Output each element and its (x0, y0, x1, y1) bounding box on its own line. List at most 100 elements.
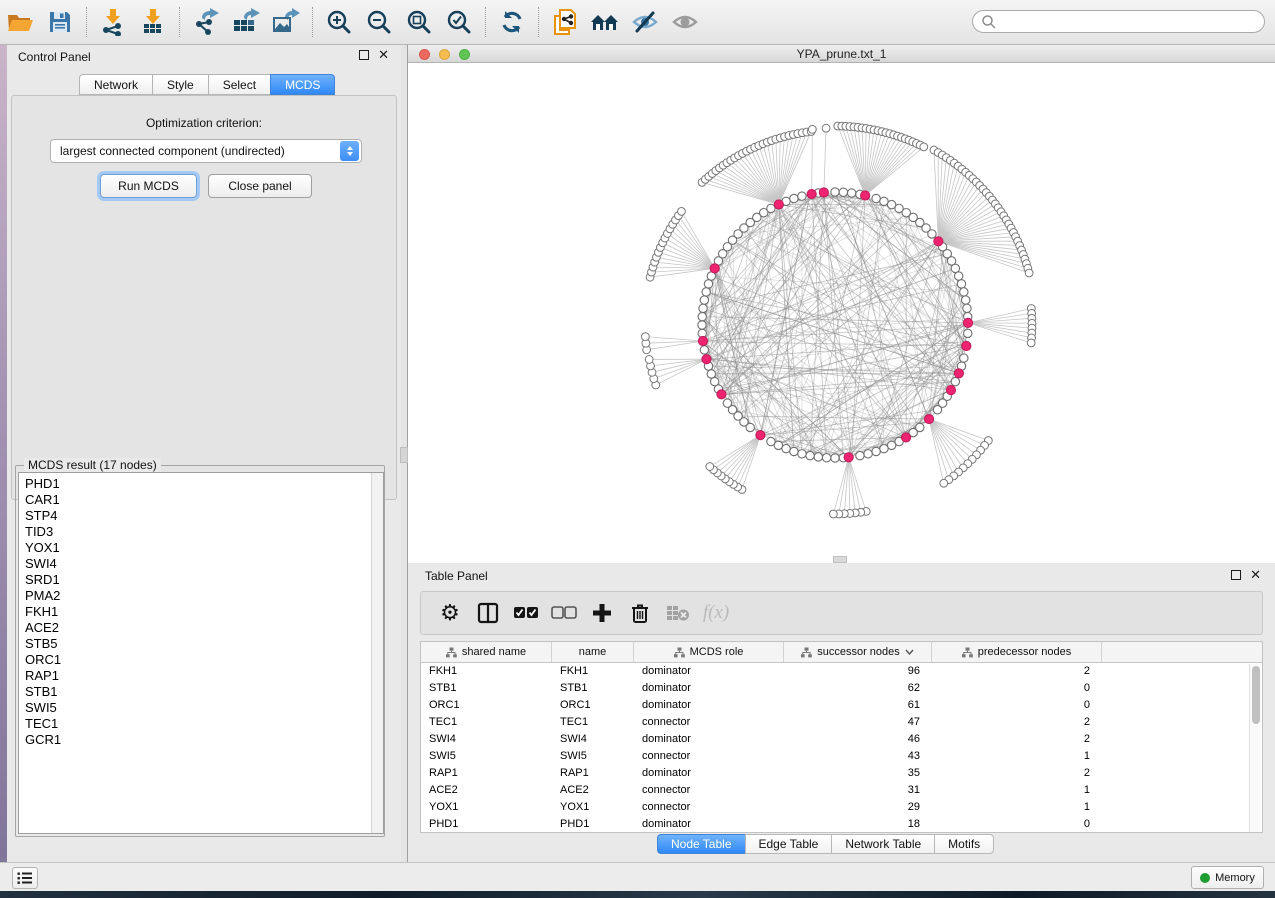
column-header-MCDS-role[interactable]: MCDS role (634, 642, 784, 662)
mcds-result-item[interactable]: FKH1 (25, 604, 383, 620)
mcds-result-item[interactable]: PMA2 (25, 588, 383, 604)
mcds-result-item[interactable]: ORC1 (25, 652, 383, 668)
settings-gear-icon[interactable]: ⚙ (433, 596, 467, 630)
tab-select[interactable]: Select (208, 74, 270, 95)
export-network-icon[interactable] (186, 5, 226, 39)
mcds-result-item[interactable]: STB1 (25, 684, 383, 700)
select-all-icon[interactable] (509, 596, 543, 630)
table-row[interactable]: PHD1PHD1dominator180 (421, 816, 1262, 833)
cell-predecessor-nodes: 1 (932, 782, 1102, 799)
mcds-result-item[interactable]: STP4 (25, 508, 383, 524)
table-row[interactable]: ORC1ORC1dominator610 (421, 697, 1262, 714)
cell-MCDS-role: connector (634, 714, 784, 731)
cell-shared-name: TEC1 (421, 714, 552, 731)
zoom-in-icon[interactable] (319, 5, 359, 39)
column-header-name[interactable]: name (552, 642, 634, 662)
search-field[interactable] (972, 10, 1265, 33)
import-table-icon[interactable] (133, 5, 173, 39)
clone-network-icon[interactable] (545, 5, 585, 39)
mcds-result-item[interactable]: TEC1 (25, 716, 383, 732)
cell-name: SWI5 (552, 748, 634, 765)
table-row[interactable]: RAP1RAP1dominator352 (421, 765, 1262, 782)
column-header-shared-name[interactable]: shared name (421, 642, 552, 662)
cell-predecessor-nodes: 2 (932, 731, 1102, 748)
close-panel-button[interactable]: Close panel (208, 174, 312, 198)
status-bar: Memory (0, 862, 1275, 891)
close-panel-icon[interactable]: ✕ (378, 50, 389, 60)
tab-node-table[interactable]: Node Table (657, 834, 745, 854)
column-header-predecessor-nodes[interactable]: predecessor nodes (932, 642, 1102, 662)
show-panels-list-button[interactable] (12, 867, 38, 889)
mcds-result-item[interactable]: SRD1 (25, 572, 383, 588)
cell-MCDS-role: dominator (634, 697, 784, 714)
column-header-successor-nodes[interactable]: successor nodes (784, 642, 932, 662)
cell-shared-name: YOX1 (421, 799, 552, 816)
float-panel-icon[interactable] (359, 50, 369, 60)
mcds-result-item[interactable]: GCR1 (25, 732, 383, 748)
tab-mcds[interactable]: MCDS (270, 74, 335, 95)
cell-predecessor-nodes: 1 (932, 799, 1102, 816)
node-table[interactable]: shared namenameMCDS rolesuccessor nodesp… (420, 641, 1263, 833)
export-table-icon[interactable] (226, 5, 266, 39)
mcds-result-item[interactable]: YOX1 (25, 540, 383, 556)
memory-button[interactable]: Memory (1191, 866, 1264, 889)
close-panel-icon[interactable]: ✕ (1250, 570, 1261, 580)
close-window-icon[interactable] (419, 49, 430, 60)
mcds-result-list[interactable]: PHD1CAR1STP4TID3YOX1SWI4SRD1PMA2FKH1ACE2… (18, 472, 384, 834)
mcds-result-item[interactable]: SWI5 (25, 700, 383, 716)
tab-edge-table[interactable]: Edge Table (745, 834, 832, 854)
table-row[interactable]: SWI4SWI4dominator462 (421, 731, 1262, 748)
mcds-result-item[interactable]: PHD1 (25, 476, 383, 492)
cell-predecessor-nodes: 2 (932, 663, 1102, 680)
add-column-icon[interactable] (585, 596, 619, 630)
cell-predecessor-nodes: 0 (932, 816, 1102, 833)
mcds-result-item[interactable]: RAP1 (25, 668, 383, 684)
search-input[interactable] (997, 15, 1237, 29)
horizontal-splitter-grip[interactable] (833, 556, 847, 563)
first-neighbors-icon[interactable] (585, 5, 625, 39)
save-session-icon[interactable] (40, 5, 80, 39)
table-toolbar: ⚙ f(x) (420, 591, 1263, 635)
tab-style[interactable]: Style (152, 74, 208, 95)
import-network-icon[interactable] (93, 5, 133, 39)
mcds-result-item[interactable]: SWI4 (25, 556, 383, 572)
zoom-fit-icon[interactable] (399, 5, 439, 39)
table-row[interactable]: TEC1TEC1connector472 (421, 714, 1262, 731)
tab-network[interactable]: Network (79, 74, 152, 95)
run-mcds-button[interactable]: Run MCDS (100, 174, 197, 198)
zoom-out-icon[interactable] (359, 5, 399, 39)
table-header-row: shared namenameMCDS rolesuccessor nodesp… (421, 642, 1262, 663)
mcds-result-item[interactable]: STB5 (25, 636, 383, 652)
mcds-result-group: MCDS result (17 nodes) PHD1CAR1STP4TID3Y… (15, 465, 385, 837)
tab-network-table[interactable]: Network Table (831, 834, 934, 854)
tab-motifs[interactable]: Motifs (934, 834, 994, 854)
mcds-result-item[interactable]: ACE2 (25, 620, 383, 636)
show-all-icon[interactable] (665, 5, 705, 39)
show-columns-icon[interactable] (471, 596, 505, 630)
minimize-window-icon[interactable] (439, 49, 450, 60)
table-row[interactable]: FKH1FKH1dominator962 (421, 663, 1262, 680)
mcds-result-item[interactable]: CAR1 (25, 492, 383, 508)
open-session-icon[interactable] (0, 5, 40, 39)
cell-successor-nodes: 35 (784, 765, 932, 782)
export-image-icon[interactable] (266, 5, 306, 39)
vertical-splitter-grip[interactable] (400, 447, 408, 463)
network-window-titlebar[interactable]: YPA_prune.txt_1 (408, 45, 1275, 63)
table-scrollbar[interactable] (1249, 664, 1261, 832)
float-panel-icon[interactable] (1231, 570, 1241, 580)
delete-column-icon[interactable] (623, 596, 657, 630)
table-row[interactable]: STB1STB1dominator620 (421, 680, 1262, 697)
table-row[interactable]: YOX1YOX1connector291 (421, 799, 1262, 816)
maximize-window-icon[interactable] (459, 49, 470, 60)
zoom-selected-icon[interactable] (439, 5, 479, 39)
deselect-all-icon[interactable] (547, 596, 581, 630)
result-list-scrollbar[interactable] (371, 473, 383, 833)
refresh-icon[interactable] (492, 5, 532, 39)
table-row[interactable]: SWI5SWI5connector431 (421, 748, 1262, 765)
table-row[interactable]: ACE2ACE2connector311 (421, 782, 1262, 799)
hide-selected-icon[interactable] (625, 5, 665, 39)
cell-successor-nodes: 47 (784, 714, 932, 731)
optimization-criterion-select[interactable]: largest connected component (undirected) (50, 139, 362, 163)
mcds-result-item[interactable]: TID3 (25, 524, 383, 540)
network-canvas[interactable] (408, 63, 1275, 560)
